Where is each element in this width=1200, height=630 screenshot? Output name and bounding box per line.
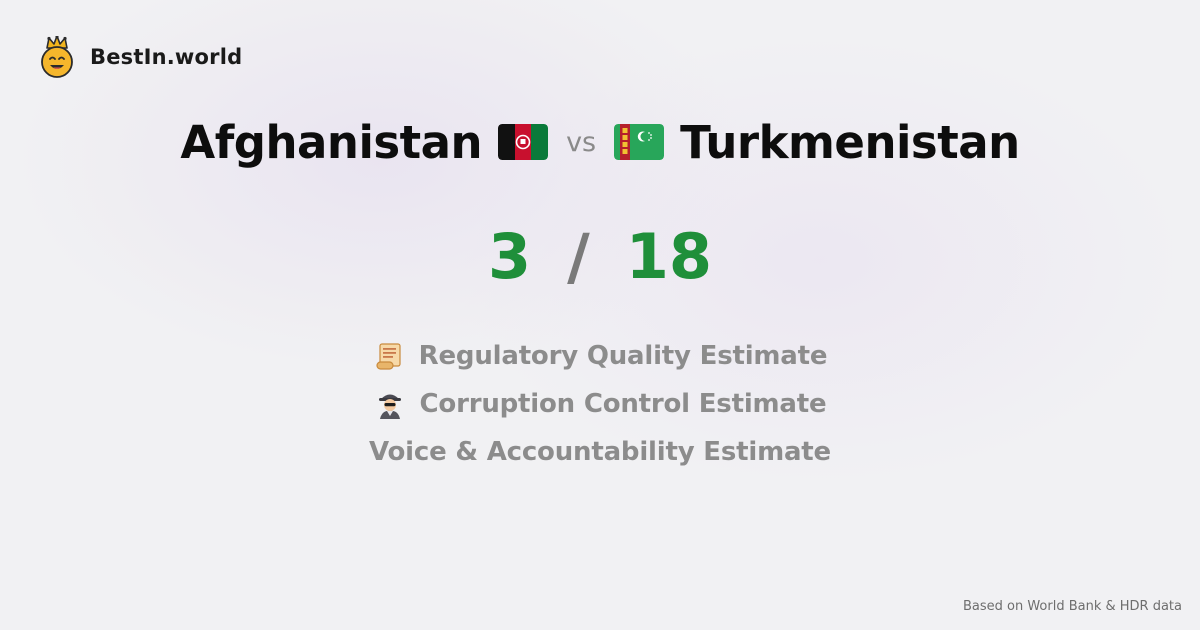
comparison-title: Afghanistan vs Turkmenistan xyxy=(0,112,1200,172)
scroll-icon xyxy=(376,343,401,370)
metric-label: Voice & Accountability Estimate xyxy=(369,437,831,467)
score-display: 3 / 18 xyxy=(0,220,1200,293)
vs-label: vs xyxy=(566,126,597,158)
background xyxy=(0,0,1200,630)
metric-item: Regulatory Quality Estimate xyxy=(373,338,828,374)
brand-name: BestIn.world xyxy=(90,45,243,69)
crowned-smiley-icon xyxy=(41,36,73,78)
left-score: 3 xyxy=(487,220,532,293)
score-separator: / xyxy=(567,220,590,293)
right-score: 18 xyxy=(625,220,713,293)
detective-icon xyxy=(378,394,401,419)
data-source-footer: Based on World Bank & HDR data xyxy=(962,599,1182,614)
brand[interactable]: BestIn.world xyxy=(38,36,242,78)
turkmenistan-flag-icon xyxy=(614,124,665,160)
metric-item: Voice & Accountability Estimate xyxy=(369,434,831,470)
afghanistan-flag-icon xyxy=(498,124,549,160)
left-country-name[interactable]: Afghanistan xyxy=(180,116,482,169)
metric-label: Corruption Control Estimate xyxy=(419,389,827,419)
metrics-list: Regulatory Quality Estimate Corruption C… xyxy=(0,338,1200,470)
metric-label: Regulatory Quality Estimate xyxy=(418,341,828,371)
right-country-name[interactable]: Turkmenistan xyxy=(680,116,1020,169)
metric-item: Corruption Control Estimate xyxy=(374,386,827,422)
